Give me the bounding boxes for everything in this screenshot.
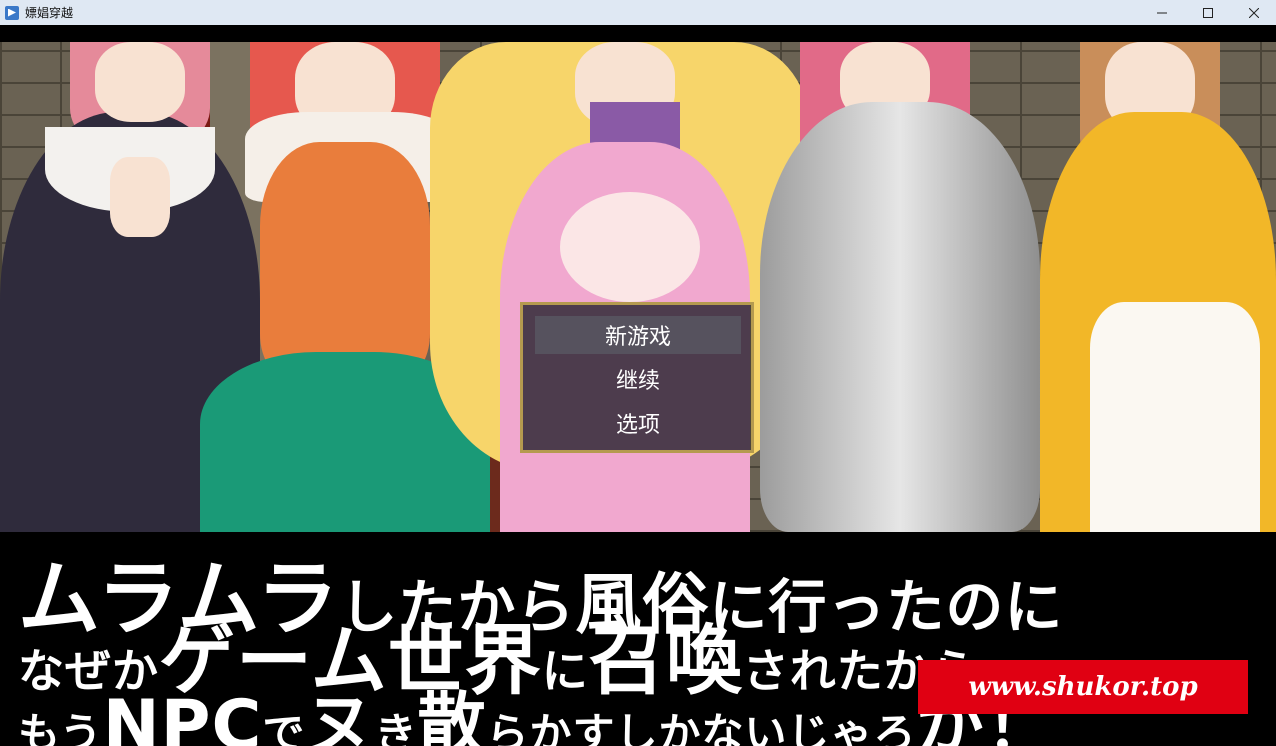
character-knight	[740, 42, 1060, 532]
minimize-icon	[1157, 12, 1167, 13]
caption-text: 散	[417, 686, 487, 746]
menu-continue[interactable]: 继续	[535, 360, 741, 398]
window-title: 嫖娼穿越	[25, 6, 74, 20]
game-window: 嫖娼穿越 新游戏 继续 选项 ムラムラしたから風俗に行ったのに なぜかゲーム世界…	[0, 0, 1276, 746]
app-icon	[5, 5, 19, 20]
title-command-menu: 新游戏 继续 选项	[520, 302, 754, 453]
menu-options[interactable]: 选项	[535, 404, 741, 442]
caption-text: ヌ	[305, 686, 375, 746]
close-button[interactable]	[1231, 0, 1276, 25]
watermark-banner: www.shukor.top	[918, 660, 1248, 714]
caption-text: き	[374, 709, 418, 746]
caption-text: もう	[18, 709, 103, 746]
character-maid	[1030, 42, 1276, 532]
caption-text: NPC	[102, 686, 263, 746]
game-screen[interactable]: 新游戏 继续 选项 ムラムラしたから風俗に行ったのに なぜかゲーム世界に召喚され…	[0, 25, 1276, 746]
title-background-art	[0, 42, 1276, 532]
minimize-button[interactable]	[1139, 0, 1185, 25]
caption-text: らかすしかないじゃろ	[486, 709, 917, 746]
title-bar: 嫖娼穿越	[0, 0, 1276, 25]
close-icon	[1249, 7, 1259, 18]
maximize-icon	[1203, 7, 1213, 18]
menu-new-game[interactable]: 新游戏	[535, 316, 741, 354]
caption-text: で	[262, 709, 306, 746]
caption-line-3: もうNPCでヌき散らかすしかないじゃろが！	[18, 669, 1055, 746]
maximize-button[interactable]	[1185, 0, 1231, 25]
